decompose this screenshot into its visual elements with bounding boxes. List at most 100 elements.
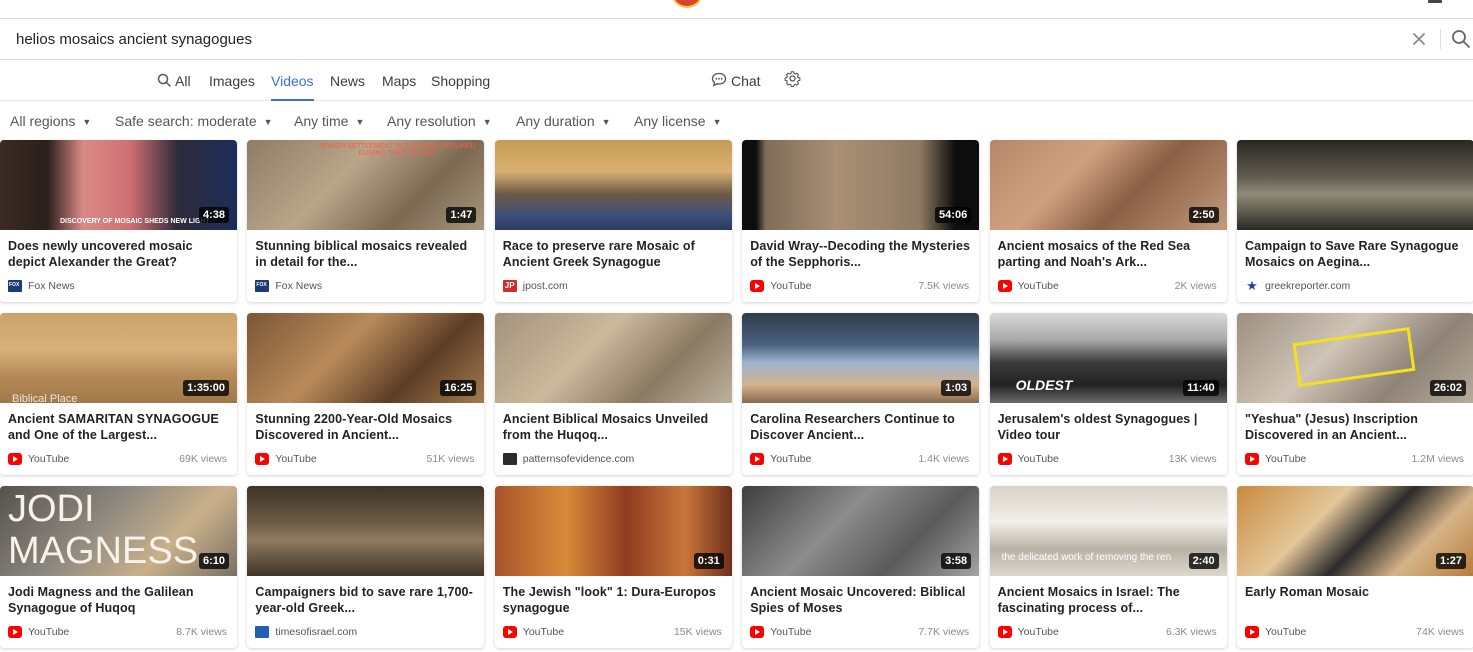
video-card[interactable]: Campaign to Save Rare Synagogue Mosaics … [1237, 140, 1473, 302]
video-card[interactable]: 26:02 "Yeshua" (Jesus) Inscription Discov… [1237, 313, 1473, 475]
video-duration: 2:40 [1188, 553, 1219, 569]
video-meta: YouTube 7.5K views [750, 279, 969, 295]
search-icon [157, 63, 171, 101]
video-title[interactable]: Does newly uncovered mosaic depict Alexa… [8, 238, 230, 270]
video-thumbnail[interactable]: JEWISH SETTLEMENT IN THE AREA DECLINED D… [247, 140, 485, 230]
video-thumbnail[interactable]: 3:58 [742, 486, 980, 576]
video-card[interactable]: 16:25 Stunning 2200-Year-Old Mosaics Disc… [247, 313, 485, 475]
video-thumbnail[interactable]: JODI MAGNESS 6:10 [0, 486, 237, 576]
video-thumbnail[interactable] [1237, 140, 1473, 230]
video-title[interactable]: Ancient mosaics of the Red Sea parting a… [998, 238, 1220, 270]
video-duration: 0:31 [693, 553, 724, 569]
video-thumbnail[interactable]: 1:03 [742, 313, 980, 403]
video-card[interactable]: Ancient Biblical Mosaics Unveiled from t… [494, 313, 732, 475]
tab-label: Images [209, 73, 255, 89]
video-title[interactable]: Campaigners bid to save rare 1,700-year-… [255, 584, 477, 616]
video-title[interactable]: Ancient Mosaics in Israel: The fascinati… [998, 584, 1220, 616]
youtube-icon [750, 453, 765, 465]
filter-bar: All regions ▼ Safe search: moderate ▼ Any … [0, 108, 1473, 134]
thumbnail-caption: OLDEST [1015, 377, 1073, 393]
video-title[interactable]: David Wray--Decoding the Mysteries of th… [750, 238, 972, 270]
video-title[interactable]: Stunning biblical mosaics revealed in de… [255, 238, 477, 270]
tab-label: Maps [382, 73, 417, 89]
video-title[interactable]: Jodi Magness and the Galilean Synagogue … [8, 584, 230, 616]
video-title[interactable]: The Jewish "look" 1: Dura-Europos synago… [503, 584, 725, 616]
video-meta: Fox News [255, 279, 474, 295]
video-card[interactable]: Biblical Place 1:35:00 Ancient SAMARITAN S… [0, 313, 237, 475]
video-card[interactable]: 54:06 David Wray--Decoding the Mysteries … [742, 140, 980, 302]
video-meta: YouTube 6.3K views [997, 625, 1217, 641]
video-duration: 4:38 [198, 207, 229, 223]
video-title[interactable]: Race to preserve rare Mosaic of Ancient … [503, 238, 725, 270]
filter-resolution[interactable]: Any resolution ▼ [387, 108, 492, 134]
fox-news-icon [255, 280, 270, 292]
chat-button[interactable]: Chat [711, 62, 761, 100]
video-meta: YouTube 1.2M views [1245, 452, 1464, 468]
video-title[interactable]: Ancient Mosaic Uncovered: Biblical Spies… [750, 584, 972, 616]
video-card[interactable]: JODI MAGNESS 6:10 Jodi Magness and the Gal… [0, 486, 237, 648]
video-thumbnail[interactable]: Biblical Place 1:35:00 [0, 313, 237, 403]
site-logo[interactable] [672, 0, 702, 8]
video-thumbnail[interactable] [247, 486, 485, 576]
video-duration: 1:35:00 [183, 380, 229, 396]
video-thumbnail[interactable]: OLDEST 11:40 [989, 313, 1227, 403]
video-title[interactable]: Early Roman Mosaic [1245, 584, 1467, 600]
video-thumbnail[interactable]: the delicated work of removing the ren 2:… [989, 486, 1227, 576]
settings-button[interactable] [784, 62, 805, 100]
video-thumbnail[interactable]: 1:27 [1237, 486, 1473, 576]
video-card[interactable]: 3:58 Ancient Mosaic Uncovered: Biblical S… [742, 486, 980, 648]
video-title[interactable]: Ancient SAMARITAN SYNAGOGUE and One of t… [8, 411, 230, 443]
filter-license[interactable]: Any license ▼ [634, 108, 722, 134]
tab-label: All [175, 73, 191, 89]
times-of-israel-icon [255, 626, 270, 638]
tab-videos[interactable]: Videos [271, 62, 314, 101]
tab-images[interactable]: Images [209, 62, 255, 100]
filter-safe-search[interactable]: Safe search: moderate ▼ [115, 108, 273, 134]
video-thumbnail[interactable]: 54:06 [742, 140, 980, 230]
video-thumbnail[interactable] [494, 313, 732, 403]
video-meta: YouTube 1.4K views [750, 452, 969, 468]
video-thumbnail[interactable]: 26:02 [1237, 313, 1473, 403]
filter-region[interactable]: All regions ▼ [10, 108, 91, 134]
caret-down-icon: ▼ [355, 117, 365, 127]
tab-maps[interactable]: Maps [382, 62, 416, 100]
video-title[interactable]: Ancient Biblical Mosaics Unveiled from t… [503, 411, 725, 443]
search-bar [0, 18, 1473, 60]
video-thumbnail[interactable]: DISCOVERY OF MOSAIC SHEDS NEW LIGHT 4:38 [0, 140, 237, 230]
video-source: Fox News [28, 280, 75, 292]
video-card[interactable]: the delicated work of removing the ren 2:… [989, 486, 1227, 648]
video-title[interactable]: Campaign to Save Rare Synagogue Mosaics … [1245, 238, 1467, 270]
video-thumbnail[interactable]: 16:25 [247, 313, 485, 403]
video-title[interactable]: Stunning 2200-Year-Old Mosaics Discovere… [255, 411, 477, 443]
video-card[interactable]: 1:27 Early Roman Mosaic YouTube 74K views [1237, 486, 1473, 648]
video-card[interactable]: 2:50 Ancient mosaics of the Red Sea parti… [989, 140, 1227, 302]
view-count: 69K views [179, 453, 227, 465]
video-card[interactable]: Race to preserve rare Mosaic of Ancient … [494, 140, 732, 302]
filter-duration[interactable]: Any duration ▼ [516, 108, 611, 134]
search-input[interactable] [0, 19, 1390, 59]
filter-time[interactable]: Any time ▼ [294, 108, 364, 134]
filter-label: All regions [10, 113, 76, 129]
tab-shopping[interactable]: Shopping [431, 62, 490, 100]
video-title[interactable]: Carolina Researchers Continue to Discove… [750, 411, 972, 443]
video-card[interactable]: 1:03 Carolina Researchers Continue to Dis… [742, 313, 980, 475]
video-meta: YouTube 13K views [997, 452, 1217, 468]
close-icon[interactable] [1408, 28, 1430, 50]
video-card[interactable]: OLDEST 11:40 Jerusalem's oldest Synagogues… [989, 313, 1227, 475]
video-card[interactable]: DISCOVERY OF MOSAIC SHEDS NEW LIGHT 4:38 D… [0, 140, 237, 302]
video-thumbnail[interactable]: 0:31 [494, 486, 732, 576]
video-thumbnail[interactable]: 2:50 [989, 140, 1227, 230]
filter-label: Safe search: moderate [115, 113, 257, 129]
video-thumbnail[interactable] [494, 140, 732, 230]
view-count: 51K views [426, 453, 475, 465]
youtube-icon [8, 453, 22, 465]
tab-all[interactable]: All [157, 62, 191, 100]
tab-news[interactable]: News [330, 62, 365, 100]
video-title[interactable]: "Yeshua" (Jesus) Inscription Discovered … [1245, 411, 1467, 443]
video-card[interactable]: 0:31 The Jewish "look" 1: Dura-Europos sy… [494, 486, 732, 648]
search-icon[interactable] [1449, 27, 1473, 51]
video-title[interactable]: Jerusalem's oldest Synagogues | Video to… [998, 411, 1220, 443]
video-card[interactable]: JEWISH SETTLEMENT IN THE AREA DECLINED D… [247, 140, 485, 302]
video-card[interactable]: Campaigners bid to save rare 1,700-year-… [247, 486, 485, 648]
menu-icon[interactable] [1428, 0, 1442, 3]
